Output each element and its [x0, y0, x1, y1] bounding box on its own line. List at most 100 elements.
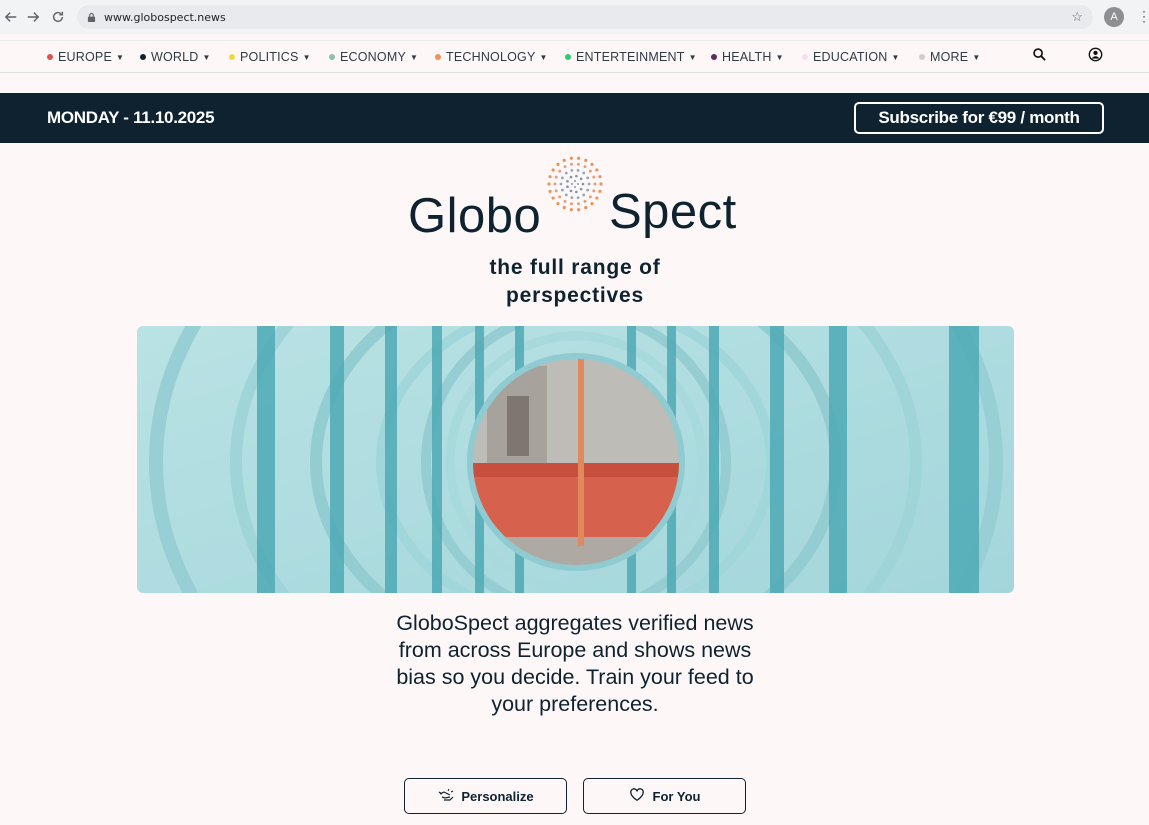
logo-dot: [569, 189, 573, 193]
nav-item-label: HEALTH: [722, 50, 772, 64]
bookmark-star-icon[interactable]: ☆: [1071, 10, 1083, 24]
logo-dot: [576, 196, 580, 200]
tagline: the full range of perspectives: [489, 256, 661, 307]
nav-item-label: ENTERTEINMENT: [576, 50, 685, 64]
logo-dot: [592, 175, 596, 179]
logo-text-globo: Globo: [408, 189, 542, 243]
logo-dot: [598, 175, 602, 179]
date-bar: MONDAY - 11.10.2025 Subscribe for €99 / …: [0, 93, 1149, 143]
search-icon[interactable]: [1032, 47, 1048, 63]
nav-item-label: MORE: [930, 50, 969, 64]
logo-dot: [583, 165, 587, 169]
reload-icon[interactable]: [47, 6, 69, 28]
caret-down-icon: ▼: [410, 52, 419, 62]
logo-dot: [560, 176, 564, 180]
nav-item-health[interactable]: HEALTH ▼: [711, 50, 784, 64]
category-dot: [802, 54, 808, 60]
browser-toolbar: www.globospect.news ☆ A ⋮: [0, 0, 1149, 34]
logo-dot: [569, 175, 573, 179]
nav-item-label: ECONOMY: [340, 50, 406, 64]
subscribe-button[interactable]: Subscribe for €99 / month: [854, 102, 1104, 134]
nav-item-label: WORLD: [151, 50, 199, 64]
caret-down-icon: ▼: [972, 52, 981, 62]
nav-item-technology[interactable]: TECHNOLOGY ▼: [435, 50, 548, 64]
logo-dot: [551, 196, 555, 200]
address-bar[interactable]: www.globospect.news ☆: [77, 5, 1093, 29]
category-dot: [47, 54, 53, 60]
category-dot: [435, 54, 441, 60]
logo-dot: [590, 162, 594, 166]
heart-icon: [629, 788, 647, 804]
logo-dot: [556, 202, 560, 206]
logo-dot: [581, 182, 585, 186]
caret-down-icon: ▼: [116, 52, 125, 62]
logo-dot: [560, 188, 564, 192]
logo-dot: [573, 179, 577, 183]
logo-dot: [575, 174, 578, 178]
browser-menu-icon[interactable]: ⋮: [1137, 8, 1149, 24]
logo-dot: [592, 189, 596, 193]
category-dot: [329, 54, 335, 60]
url-text: www.globospect.news: [104, 10, 226, 24]
personalize-label: Personalize: [461, 788, 534, 804]
personalize-button[interactable]: Personalize: [404, 778, 567, 814]
nav-item-label: POLITICS: [240, 50, 299, 64]
logo-dot: [582, 193, 586, 197]
logo-dot: [566, 185, 569, 189]
logo-dot: [599, 182, 603, 186]
nav-item-education[interactable]: EDUCATION ▼: [802, 50, 900, 64]
nav-item-label: TECHNOLOGY: [446, 50, 536, 64]
category-dot: [565, 54, 571, 60]
hand-pointer-icon: [437, 788, 455, 804]
logo-dot: [554, 175, 558, 179]
logo-dot: [576, 168, 580, 172]
logo-dot: [570, 182, 574, 186]
logo-dot: [593, 182, 597, 186]
logo-dot: [558, 195, 562, 199]
logo-dot: [548, 189, 552, 193]
profile-avatar[interactable]: A: [1104, 7, 1124, 27]
logo-dot: [558, 169, 562, 173]
logo-dot: [569, 156, 573, 160]
category-dot: [919, 54, 925, 60]
caret-down-icon: ▼: [539, 52, 548, 62]
logo-text-spect: Spect: [609, 185, 737, 239]
logo-dot: [579, 177, 583, 181]
account-icon[interactable]: [1088, 47, 1104, 63]
nav-item-europe[interactable]: EUROPE ▼: [47, 50, 124, 64]
logo-dot: [598, 189, 602, 193]
category-dot: [140, 54, 146, 60]
category-nav: EUROPE ▼ WORLD ▼ POLITICS ▼ ECONOMY ▼ TECHNO…: [0, 40, 1149, 73]
forward-arrow-icon[interactable]: [22, 6, 44, 28]
logo-dot: [564, 193, 568, 197]
nav-item-economy[interactable]: ECONOMY ▼: [329, 50, 418, 64]
logo-dot: [588, 169, 592, 173]
caret-down-icon: ▼: [202, 52, 211, 62]
logo-dot: [570, 196, 574, 200]
nav-item-label: EUROPE: [58, 50, 112, 64]
logo-dot: [576, 202, 580, 206]
logo-dot: [566, 179, 569, 183]
logo-dot: [563, 165, 567, 169]
logo-dot: [564, 171, 568, 175]
logo-dot: [553, 182, 557, 186]
logo-dot: [579, 187, 583, 191]
nav-item-enterteinment[interactable]: ENTERTEINMENT ▼: [565, 50, 697, 64]
logo-dot: [577, 208, 581, 212]
logo-dot: [577, 156, 581, 160]
logo-dot: [556, 162, 560, 166]
nav-item-label: EDUCATION: [813, 50, 888, 64]
logo-dot: [586, 176, 590, 180]
logo-dot: [573, 185, 577, 189]
back-arrow-icon[interactable]: [0, 6, 22, 28]
intro-text: GloboSpect aggregates verified news from…: [396, 611, 754, 716]
logo-dot: [562, 206, 566, 210]
logo-dot: [569, 208, 573, 212]
nav-item-politics[interactable]: POLITICS ▼: [229, 50, 311, 64]
for-you-button[interactable]: For You: [583, 778, 746, 814]
logo-dot: [563, 199, 567, 203]
nav-item-world[interactable]: WORLD ▼: [140, 50, 211, 64]
logo-dot: [548, 175, 552, 179]
nav-item-more[interactable]: MORE ▼: [919, 50, 980, 64]
caret-down-icon: ▼: [775, 52, 784, 62]
